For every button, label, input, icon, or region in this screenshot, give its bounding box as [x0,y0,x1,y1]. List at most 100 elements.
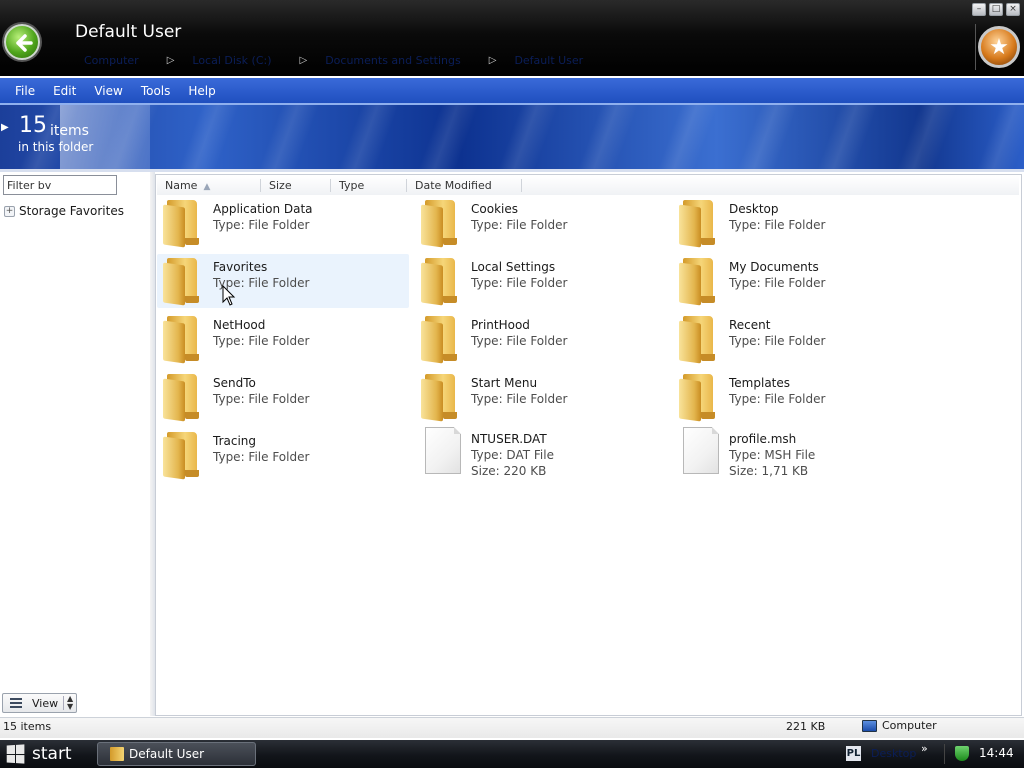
window-title: Default User [75,22,182,42]
expand-plus-icon[interactable]: + [4,205,15,217]
folder-item[interactable]: Cookies Type: File Folder [415,196,667,250]
folder-item[interactable]: PrintHood Type: File Folder [415,312,667,366]
breadcrumb-item[interactable]: Documents and Settings [325,54,461,67]
window-controls: – □ × [972,3,1020,16]
folder-item[interactable]: SendTo Type: File Folder [157,370,409,424]
storage-favorites-label: Storage Favorites [19,204,124,218]
folder-icon [421,374,459,422]
maximize-button[interactable]: □ [989,3,1003,16]
item-size: Size: 1,71 KB [729,464,809,478]
item-type: Type: File Folder [729,334,826,348]
item-name: Tracing [213,434,257,448]
folder-icon [163,200,201,248]
folder-icon [163,258,201,306]
menu-view[interactable]: View [85,84,131,98]
folder-item[interactable]: Start Menu Type: File Folder [415,370,667,424]
view-button[interactable]: View ▲ ▼ [2,693,77,713]
up-down-arrows-icon[interactable]: ▲ ▼ [67,695,73,711]
folder-item[interactable]: Desktop Type: File Folder [673,196,925,250]
folder-item[interactable]: Templates Type: File Folder [673,370,925,424]
folder-icon [679,374,717,422]
item-name: My Documents [729,260,819,274]
storage-favorites[interactable]: + Storage Favorites [4,204,124,218]
item-type: Type: File Folder [213,392,310,406]
left-pane [0,172,153,716]
item-name: profile.msh [729,432,797,446]
breadcrumb-item[interactable]: Default User [514,54,583,67]
header-band [0,105,1024,169]
item-name: Local Settings [471,260,556,274]
back-button[interactable] [4,24,40,60]
menu-edit[interactable]: Edit [44,84,85,98]
breadcrumb-item[interactable]: Computer [84,54,139,67]
item-name: SendTo [213,376,256,390]
folder-item[interactable]: Recent Type: File Folder [673,312,925,366]
folder-icon [110,747,124,761]
back-arrow-icon [16,34,33,52]
column-label: Type [339,179,365,192]
folder-item[interactable]: Application Data Type: File Folder [157,196,409,250]
folder-item[interactable]: NetHood Type: File Folder [157,312,409,366]
start-button[interactable]: start [0,740,88,768]
breadcrumb-arrow-icon[interactable]: ▷ [489,55,497,66]
folder-item[interactable]: Tracing Type: File Folder [157,428,409,482]
taskbar-window-button[interactable]: Default User [97,742,256,766]
star-icon: ★ [989,35,1009,60]
item-type: Type: File Folder [213,334,310,348]
item-name: NetHood [213,318,266,332]
clock[interactable]: 14:44 [979,746,1014,760]
item-type: Type: File Folder [729,276,826,290]
desktop-toolbar[interactable]: Desktop [871,747,916,760]
folder-item[interactable]: My Documents Type: File Folder [673,254,925,308]
header-expand-icon[interactable]: ▶ [1,122,9,133]
column-header-date-modified[interactable]: Date Modified [407,176,522,195]
close-button[interactable]: × [1006,3,1020,16]
item-type: Type: File Folder [729,392,826,406]
item-type: Type: File Folder [213,218,310,232]
status-location-label: Computer [882,719,937,732]
item-count-label: items [50,123,89,139]
language-indicator[interactable]: PL [846,746,861,761]
list-view-icon [10,698,22,708]
column-header-name[interactable]: Name ▲ [157,176,261,195]
folder-icon [679,200,717,248]
folder-icon [679,316,717,364]
divider [63,696,64,710]
item-type: Type: File Folder [729,218,826,232]
start-label: start [32,744,72,764]
folder-icon [421,316,459,364]
folder-item[interactable]: Local Settings Type: File Folder [415,254,667,308]
breadcrumb-arrow-icon[interactable]: ▷ [167,55,175,66]
file-item[interactable]: profile.msh Type: MSH File Size: 1,71 KB [673,426,925,480]
file-item[interactable]: NTUSER.DAT Type: DAT File Size: 220 KB [415,426,667,480]
menu-file[interactable]: File [6,84,44,98]
column-label: Date Modified [415,179,492,192]
breadcrumb-arrow-icon[interactable]: ▷ [300,55,308,66]
header-decoration [0,105,1024,169]
item-name: Start Menu [471,376,538,390]
menu-bar: File Edit View Tools Help [0,78,1024,103]
menu-tools[interactable]: Tools [132,84,180,98]
item-name: PrintHood [471,318,530,332]
item-name: Templates [729,376,791,390]
file-icon [425,427,461,474]
column-header-size[interactable]: Size [261,176,331,195]
folder-icon [421,200,459,248]
item-name: Recent [729,318,771,332]
item-type: Type: MSH File [729,448,816,462]
item-type: Type: File Folder [471,218,568,232]
chevron-right-icon[interactable]: » [921,742,928,755]
favorite-star-button[interactable]: ★ [978,26,1020,68]
filter-input[interactable] [3,175,117,195]
column-header-type[interactable]: Type [331,176,407,195]
security-shield-icon[interactable] [955,746,969,761]
breadcrumb-item[interactable]: Local Disk (C:) [192,54,271,67]
menu-help[interactable]: Help [179,84,224,98]
mouse-cursor-icon [222,285,236,306]
minimize-button[interactable]: – [972,3,986,16]
status-total-size: 221 KB [786,720,826,733]
column-label: Size [269,179,292,192]
view-label: View [32,696,59,710]
folder-item[interactable]: Favorites Type: File Folder [157,254,409,308]
item-name: Favorites [213,260,268,274]
